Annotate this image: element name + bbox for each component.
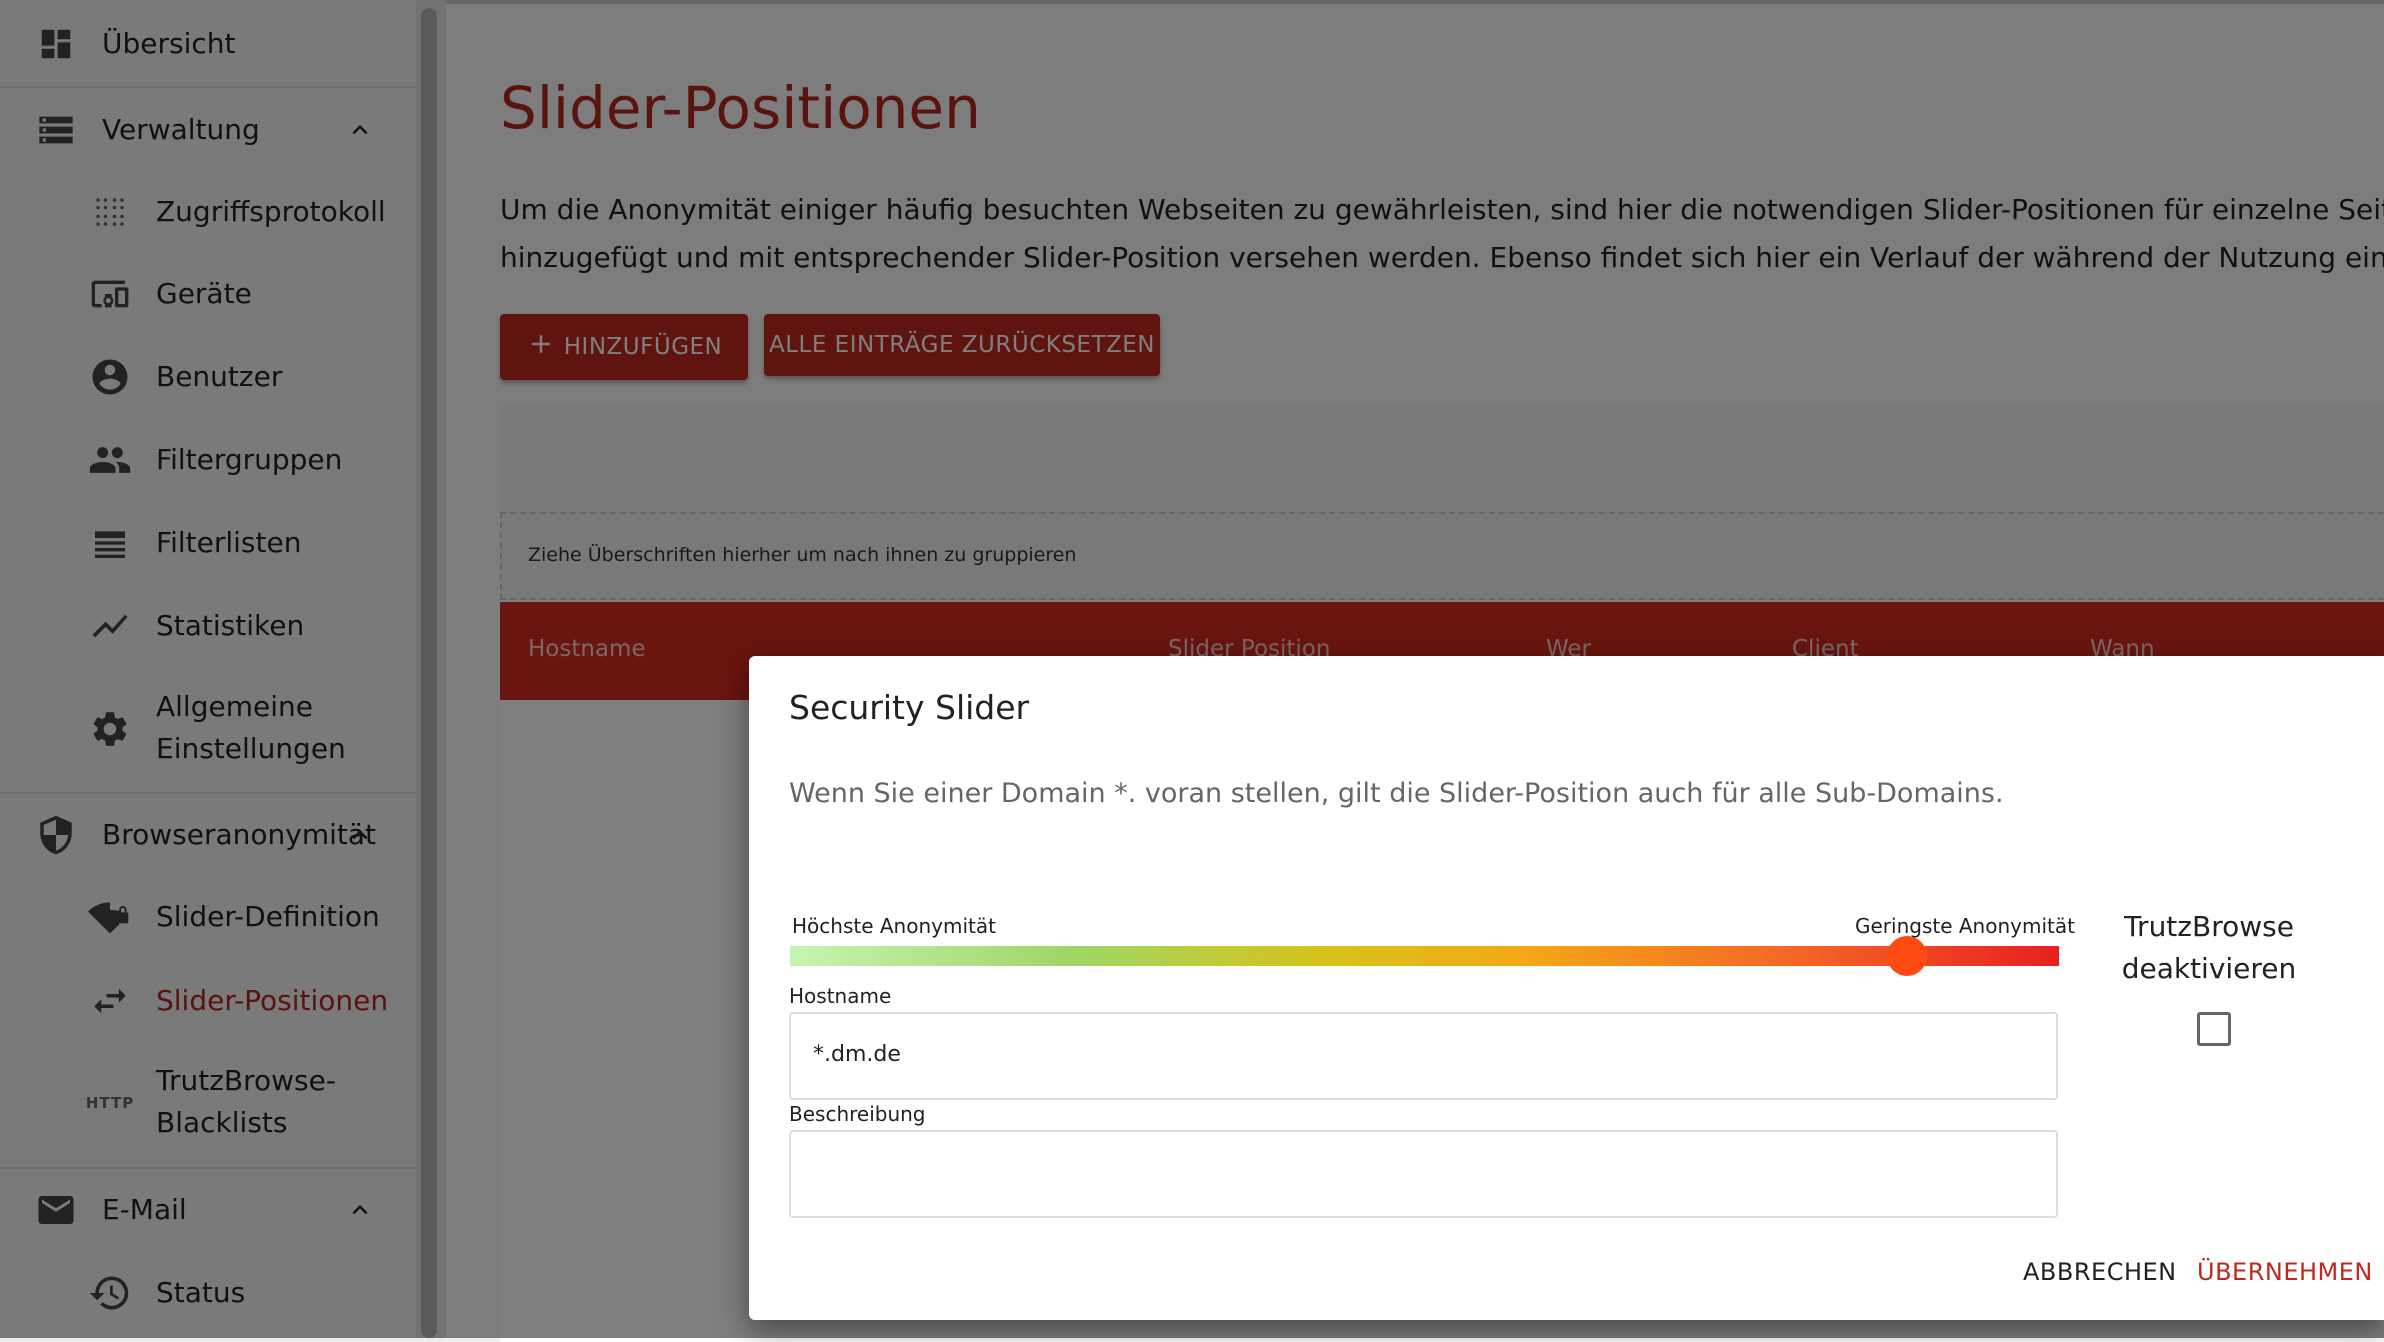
trutzbrowse-label-line2: deaktivieren xyxy=(2121,952,2297,985)
slider-min-label: Höchste Anonymität xyxy=(792,914,996,938)
trutzbrowse-disable-checkbox[interactable] xyxy=(2197,1012,2231,1046)
apply-button[interactable]: ÜBERNEHMEN xyxy=(2197,1258,2373,1286)
description-label: Beschreibung xyxy=(789,1102,926,1126)
hostname-label: Hostname xyxy=(789,984,892,1008)
cancel-button[interactable]: ABBRECHEN xyxy=(2023,1258,2177,1286)
security-slider-dialog: Security Slider Wenn Sie einer Domain *.… xyxy=(749,656,2384,1320)
description-field[interactable] xyxy=(789,1130,2058,1218)
security-slider-track[interactable] xyxy=(790,946,2059,966)
dialog-title: Security Slider xyxy=(789,688,1030,727)
trutzbrowse-disable-label: TrutzBrowse deaktivieren xyxy=(2119,906,2299,990)
hostname-field[interactable]: *.dm.de xyxy=(789,1012,2058,1100)
slider-max-label: Geringste Anonymität xyxy=(1855,914,2075,938)
hostname-value: *.dm.de xyxy=(813,1042,901,1067)
trutzbrowse-label-line1: TrutzBrowse xyxy=(2124,910,2294,943)
security-slider-thumb[interactable] xyxy=(1886,936,1927,976)
dialog-description: Wenn Sie einer Domain *. voran stellen, … xyxy=(789,778,2004,809)
